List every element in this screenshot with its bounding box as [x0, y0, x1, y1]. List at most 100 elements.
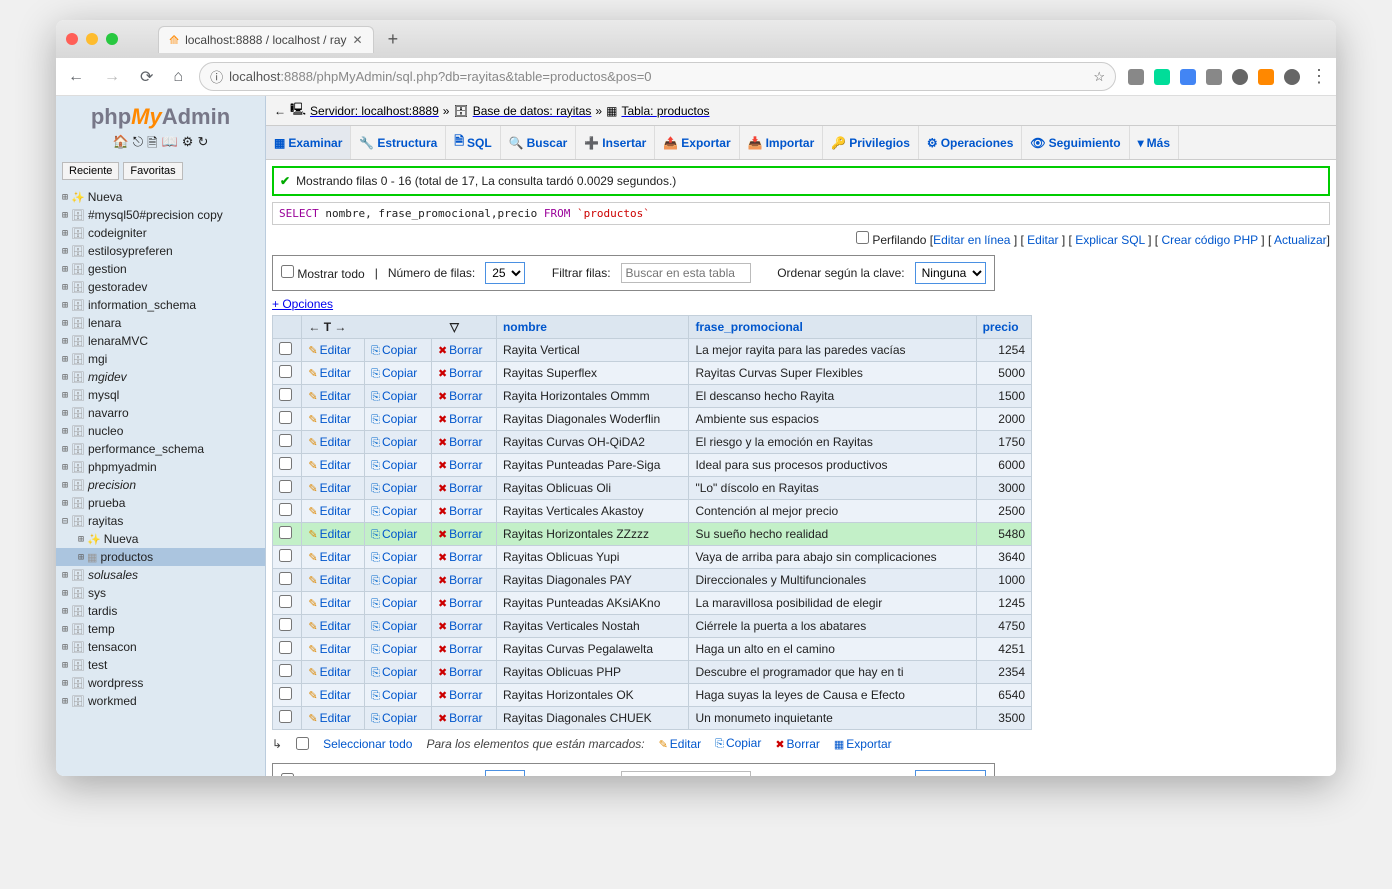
row-checkbox[interactable]: [279, 434, 292, 447]
tree-item[interactable]: ⊞🗄tensacon: [56, 638, 265, 656]
tree-item[interactable]: ⊞🗄codeigniter: [56, 224, 265, 242]
tree-item[interactable]: ⊞🗄wordpress: [56, 674, 265, 692]
row-edit-link[interactable]: ✎Editar: [308, 573, 351, 587]
tree-item[interactable]: ⊟🗄rayitas: [56, 512, 265, 530]
row-copy-link[interactable]: ⎘Copiar: [371, 343, 417, 357]
tree-item[interactable]: ⊞🗄prueba: [56, 494, 265, 512]
expand-icon[interactable]: ⊞: [62, 696, 68, 707]
row-delete-link[interactable]: ✖Borrar: [438, 343, 483, 357]
expand-icon[interactable]: ⊞: [62, 624, 68, 635]
row-delete-link[interactable]: ✖Borrar: [438, 688, 483, 702]
sql-icon[interactable]: 🗎: [147, 134, 157, 156]
row-checkbox[interactable]: [279, 480, 292, 493]
row-checkbox[interactable]: [279, 618, 292, 631]
row-copy-link[interactable]: ⎘Copiar: [371, 665, 417, 679]
row-delete-link[interactable]: ✖Borrar: [438, 596, 483, 610]
row-copy-link[interactable]: ⎘Copiar: [371, 596, 417, 610]
docs-icon[interactable]: 📖: [162, 134, 178, 156]
star-icon[interactable]: ☆: [1093, 69, 1105, 85]
tree-item[interactable]: ⊞🗄nucleo: [56, 422, 265, 440]
select-all-checkbox[interactable]: [296, 737, 309, 750]
recent-tab[interactable]: Reciente: [62, 162, 119, 180]
filter-rows-input[interactable]: [621, 771, 751, 776]
row-checkbox[interactable]: [279, 457, 292, 470]
row-delete-link[interactable]: ✖Borrar: [438, 435, 483, 449]
row-delete-link[interactable]: ✖Borrar: [438, 389, 483, 403]
num-rows-select[interactable]: 25: [485, 262, 525, 284]
expand-icon[interactable]: ⊞: [62, 336, 68, 347]
expand-icon[interactable]: ⊞: [62, 498, 68, 509]
expand-icon[interactable]: ⊞: [62, 228, 68, 239]
reload-icon[interactable]: ↻: [197, 134, 208, 156]
row-delete-link[interactable]: ✖Borrar: [438, 504, 483, 518]
tab-seguimiento[interactable]: 👁Seguimiento: [1022, 126, 1129, 159]
tree-item[interactable]: ⊞✨Nueva: [56, 188, 265, 206]
tree-item[interactable]: ⊞🗄mgidev: [56, 368, 265, 386]
row-edit-link[interactable]: ✎Editar: [308, 665, 351, 679]
refresh-link[interactable]: Actualizar: [1274, 233, 1327, 247]
breadcrumb-server[interactable]: Servidor: localhost:8889: [310, 104, 439, 118]
expand-icon[interactable]: ⊞: [62, 426, 68, 437]
tab-insertar[interactable]: ➕Insertar: [576, 126, 655, 159]
col-frase[interactable]: frase_promocional: [695, 320, 802, 334]
expand-icon[interactable]: ⊟: [62, 516, 68, 527]
expand-icon[interactable]: ⊞: [62, 462, 68, 473]
tab-estructura[interactable]: 🔧Estructura: [351, 126, 446, 159]
show-all-checkbox[interactable]: [281, 773, 294, 776]
row-delete-link[interactable]: ✖Borrar: [438, 366, 483, 380]
url-bar[interactable]: ⓘ localhost:8888/phpMyAdmin/sql.php?db=r…: [199, 62, 1116, 91]
expand-icon[interactable]: ⊞: [78, 552, 84, 563]
num-rows-select[interactable]: 25: [485, 770, 525, 776]
expand-icon[interactable]: ⊞: [62, 354, 68, 365]
expand-icon[interactable]: ⊞: [62, 642, 68, 653]
profiling-checkbox[interactable]: [856, 231, 869, 244]
row-edit-link[interactable]: ✎Editar: [308, 389, 351, 403]
tab-close-icon[interactable]: ✕: [353, 33, 363, 47]
expand-icon[interactable]: ⊞: [62, 606, 68, 617]
tree-item[interactable]: ⊞🗄estilosypreferen: [56, 242, 265, 260]
tab-más[interactable]: ▾Más: [1130, 126, 1179, 159]
home-button[interactable]: ⌂: [169, 68, 187, 86]
bulk-export-link[interactable]: ▦Exportar: [834, 737, 892, 751]
row-copy-link[interactable]: ⎘Copiar: [371, 642, 417, 656]
expand-icon[interactable]: ⊞: [62, 570, 68, 581]
minimize-window-button[interactable]: [86, 33, 98, 45]
row-edit-link[interactable]: ✎Editar: [308, 619, 351, 633]
row-delete-link[interactable]: ✖Borrar: [438, 711, 483, 725]
ext-icon[interactable]: [1232, 69, 1248, 85]
tree-item[interactable]: ⊞🗄mysql: [56, 386, 265, 404]
row-edit-link[interactable]: ✎Editar: [308, 642, 351, 656]
tree-item[interactable]: ⊞🗄workmed: [56, 692, 265, 710]
logout-icon[interactable]: ⎋: [133, 134, 143, 156]
row-copy-link[interactable]: ⎘Copiar: [371, 366, 417, 380]
forward-button[interactable]: →: [100, 68, 124, 86]
row-copy-link[interactable]: ⎘Copiar: [371, 619, 417, 633]
row-edit-link[interactable]: ✎Editar: [308, 711, 351, 725]
expand-icon[interactable]: ⊞: [62, 678, 68, 689]
row-copy-link[interactable]: ⎘Copiar: [371, 435, 417, 449]
expand-icon[interactable]: ⊞: [62, 282, 68, 293]
row-copy-link[interactable]: ⎘Copiar: [371, 550, 417, 564]
expand-icon[interactable]: ⊞: [62, 264, 68, 275]
back-button[interactable]: ←: [64, 68, 88, 86]
row-checkbox[interactable]: [279, 365, 292, 378]
edit-inline-link[interactable]: Editar en línea: [933, 233, 1010, 247]
close-window-button[interactable]: [66, 33, 78, 45]
row-delete-link[interactable]: ✖Borrar: [438, 481, 483, 495]
ext-icon[interactable]: [1258, 69, 1274, 85]
zoom-window-button[interactable]: [106, 33, 118, 45]
row-copy-link[interactable]: ⎘Copiar: [371, 458, 417, 472]
tree-item[interactable]: ⊞▦productos: [56, 548, 265, 566]
home-icon[interactable]: 🏠: [113, 134, 129, 156]
browser-menu-icon[interactable]: ⋮: [1310, 66, 1328, 87]
breadcrumb-db[interactable]: Base de datos: rayitas: [473, 104, 592, 118]
expand-icon[interactable]: ⊞: [62, 390, 68, 401]
tree-item[interactable]: ⊞🗄lenaraMVC: [56, 332, 265, 350]
row-checkbox[interactable]: [279, 526, 292, 539]
tree-item[interactable]: ⊞🗄#mysql50#precision copy: [56, 206, 265, 224]
tree-item[interactable]: ⊞🗄tardis: [56, 602, 265, 620]
row-delete-link[interactable]: ✖Borrar: [438, 642, 483, 656]
reload-button[interactable]: ⟳: [136, 67, 157, 87]
browser-tab[interactable]: ⟰ localhost:8888 / localhost / ray ✕: [158, 26, 374, 53]
sort-key-select[interactable]: Ninguna: [915, 770, 986, 776]
